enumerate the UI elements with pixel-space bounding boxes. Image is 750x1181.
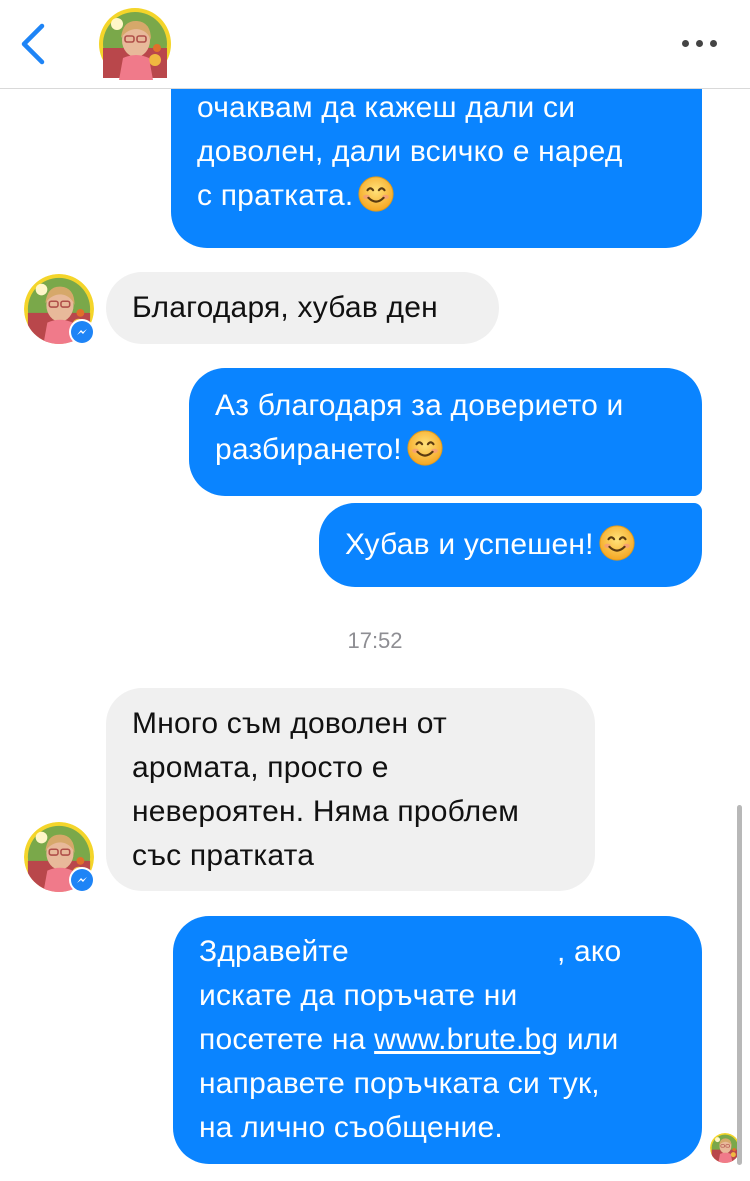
message-line: направете поръчката си тук, xyxy=(199,1067,600,1100)
message-line: Благодаря, хубав ден xyxy=(132,291,438,324)
message-line-with-emoji: Хубав и успешен! xyxy=(345,523,676,567)
message-line: Аз благодаря за доверието и xyxy=(215,389,624,422)
message-line: посетете на www.brute.bg или xyxy=(199,1018,676,1062)
message-timestamp: 17:52 xyxy=(347,628,403,653)
dot xyxy=(710,40,717,47)
dot xyxy=(682,40,689,47)
message-line: Хубав и успешен! xyxy=(345,528,594,561)
chevron-left-icon xyxy=(21,23,45,65)
messenger-badge-inner xyxy=(71,869,93,891)
read-receipt-avatar xyxy=(710,1133,740,1163)
message-line: очаквам да кажеш дали си xyxy=(197,91,576,124)
chat-header xyxy=(0,0,750,89)
website-link[interactable]: www.brute.bg xyxy=(374,1023,558,1056)
messenger-badge-inner xyxy=(71,321,93,343)
message-line: Здравейте , ако xyxy=(199,930,676,974)
message-text: или xyxy=(566,1023,619,1056)
smiling-face-icon xyxy=(406,429,444,467)
message-text: Здравейте xyxy=(199,935,349,968)
message-bubble-outgoing[interactable]: Аз благодаря за доверието и разбирането! xyxy=(189,368,702,496)
message-line: със пратката xyxy=(132,839,315,872)
redacted-name xyxy=(349,933,557,973)
messenger-bolt-icon xyxy=(77,877,87,883)
message-line: с пратката. xyxy=(197,179,354,212)
back-button[interactable] xyxy=(14,22,54,66)
messenger-bolt-icon xyxy=(77,329,87,335)
message-text: , ако xyxy=(556,935,622,968)
message-line: искате да поръчате ни xyxy=(199,979,518,1012)
message-bubble-outgoing[interactable]: Здравейте , ако искате да поръчате ни пос… xyxy=(173,916,702,1164)
messenger-badge-icon xyxy=(69,867,95,893)
scrollbar[interactable] xyxy=(737,805,742,1165)
message-line-with-emoji: с пратката. xyxy=(197,174,676,218)
message-line: доволен, дали всичко е наред xyxy=(197,135,623,168)
message-bubble-incoming[interactable]: Много съм доволен от аромата, просто е н… xyxy=(106,688,595,891)
dot xyxy=(696,40,703,47)
message-bubble-outgoing[interactable]: Хубав и успешен! xyxy=(319,503,702,587)
message-bubble-incoming[interactable]: Благодаря, хубав ден xyxy=(106,272,499,344)
message-line: на лично съобщение. xyxy=(199,1111,503,1144)
smiling-face-icon xyxy=(357,175,395,213)
message-line-with-emoji: разбирането! xyxy=(215,428,676,472)
message-text: посетете на xyxy=(199,1023,366,1056)
message-line: аромата, просто е xyxy=(132,751,389,784)
message-line: разбирането! xyxy=(215,433,402,466)
messenger-badge-icon xyxy=(69,319,95,345)
message-line: Много съм доволен от xyxy=(132,707,447,740)
contact-avatar[interactable] xyxy=(99,8,171,80)
smiling-face-icon xyxy=(598,524,636,562)
more-options-button[interactable] xyxy=(680,26,720,60)
message-line: невероятен. Няма проблем xyxy=(132,795,520,828)
